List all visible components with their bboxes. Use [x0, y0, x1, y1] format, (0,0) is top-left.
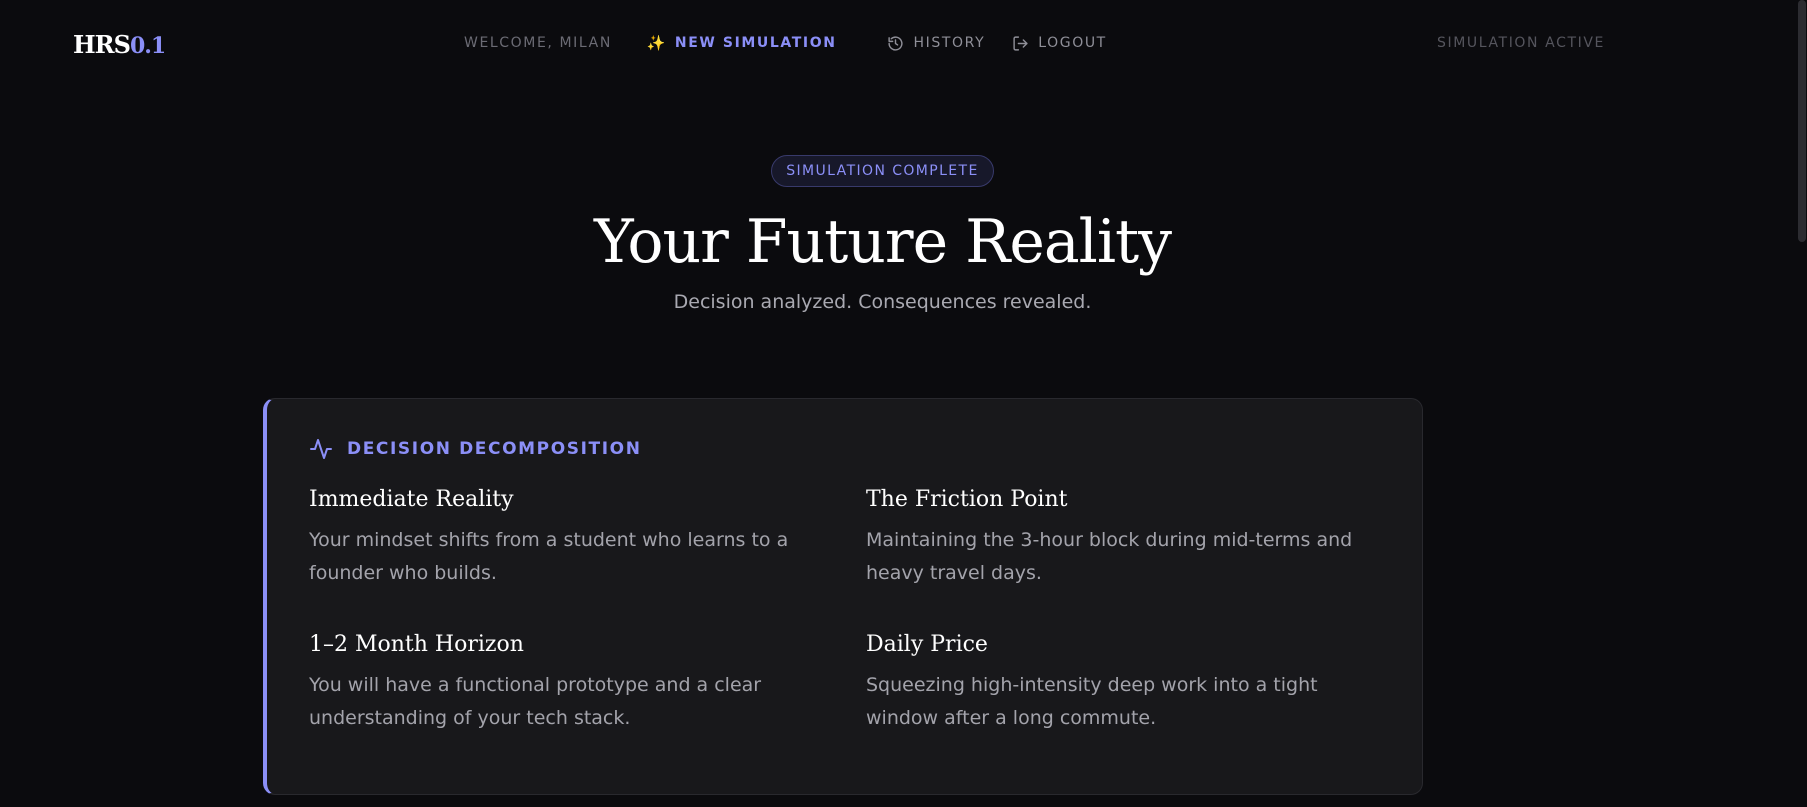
- status-badge: SIMULATION COMPLETE: [771, 155, 994, 187]
- page-title: Your Future Reality: [593, 207, 1172, 277]
- decision-item: 1–2 Month Horizon You will have a functi…: [309, 632, 866, 735]
- logo-text: HRS: [73, 30, 131, 59]
- new-simulation-link[interactable]: ✨ NEW SIMULATION: [646, 34, 837, 52]
- decision-item: Immediate Reality Your mindset shifts fr…: [309, 487, 866, 590]
- app-logo[interactable]: HRS0.1: [73, 30, 166, 59]
- hero-section: SIMULATION COMPLETE Your Future Reality …: [0, 155, 1807, 313]
- item-body: Your mindset shifts from a student who l…: [309, 529, 789, 584]
- card-heading: DECISION DECOMPOSITION: [309, 437, 1380, 461]
- main-nav: WELCOME, MILAN ✨ NEW SIMULATION HISTORY: [464, 34, 1107, 52]
- item-body: Maintaining the 3-hour block during mid-…: [866, 529, 1353, 584]
- new-simulation-label: NEW SIMULATION: [674, 35, 837, 51]
- welcome-text: WELCOME, MILAN: [464, 35, 612, 51]
- simulation-status: SIMULATION ACTIVE: [1437, 35, 1605, 51]
- logo-version: 0.1: [129, 33, 166, 59]
- card-heading-label: DECISION DECOMPOSITION: [347, 439, 642, 459]
- item-body: You will have a functional prototype and…: [309, 674, 762, 729]
- logout-link[interactable]: LOGOUT: [1011, 34, 1107, 52]
- item-title: The Friction Point: [866, 487, 1068, 512]
- scrollbar[interactable]: [1797, 0, 1807, 807]
- item-title: Daily Price: [866, 632, 988, 657]
- logout-label: LOGOUT: [1038, 35, 1107, 51]
- scrollbar-thumb[interactable]: [1798, 0, 1806, 242]
- logout-icon: [1011, 34, 1029, 52]
- item-title: Immediate Reality: [309, 487, 514, 512]
- history-label: HISTORY: [913, 35, 986, 51]
- history-icon: [887, 34, 905, 52]
- decision-card: DECISION DECOMPOSITION Immediate Reality…: [263, 398, 1423, 795]
- item-body: Squeezing high-intensity deep work into …: [866, 674, 1318, 729]
- top-header: HRS0.1 WELCOME, MILAN ✨ NEW SIMULATION H…: [0, 0, 1807, 90]
- page-subtitle: Decision analyzed. Consequences revealed…: [673, 291, 1092, 313]
- pulse-icon: [310, 439, 332, 459]
- sparkle-icon: ✨: [646, 34, 668, 52]
- item-title: 1–2 Month Horizon: [309, 632, 524, 657]
- decision-item: Daily Price Squeezing high-intensity dee…: [866, 632, 1386, 735]
- history-link[interactable]: HISTORY: [887, 34, 986, 52]
- decision-grid: Immediate Reality Your mindset shifts fr…: [309, 487, 1380, 735]
- decision-item: The Friction Point Maintaining the 3-hou…: [866, 487, 1386, 590]
